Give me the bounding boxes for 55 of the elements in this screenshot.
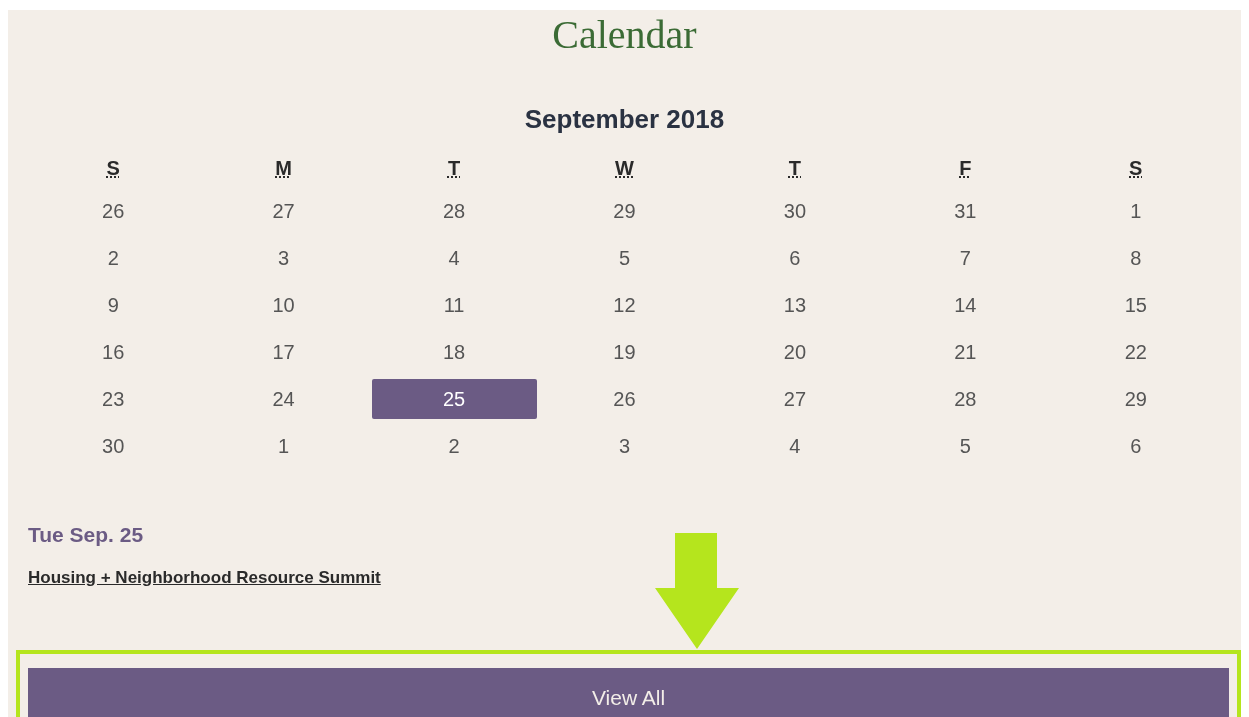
day-cell[interactable]: 5 [618, 237, 631, 278]
day-cell[interactable]: 4 [448, 237, 460, 278]
day-cell[interactable]: 5 [959, 425, 971, 466]
day-cell[interactable]: 6 [1130, 425, 1142, 466]
day-cell[interactable]: 30 [783, 190, 807, 231]
day-cell[interactable]: 1 [1130, 190, 1142, 231]
day-cell[interactable]: 14 [954, 284, 977, 325]
day-cell[interactable]: 27 [783, 378, 807, 419]
day-cell[interactable]: 21 [954, 331, 977, 372]
day-cell[interactable]: 17 [272, 331, 295, 372]
day-cell[interactable]: 3 [278, 237, 290, 278]
day-cell[interactable]: 31 [954, 190, 977, 231]
day-cell[interactable]: 15 [1124, 284, 1147, 325]
day-cell[interactable]: 24 [272, 378, 295, 419]
day-cell[interactable]: 10 [272, 284, 295, 325]
day-cell[interactable]: 22 [1124, 331, 1147, 372]
day-cell[interactable]: 2 [448, 425, 460, 466]
day-cell[interactable]: 19 [613, 331, 636, 372]
day-cell[interactable]: 2 [107, 237, 119, 278]
day-cell[interactable]: 25 [371, 378, 537, 419]
day-cell[interactable]: 28 [442, 190, 466, 231]
day-cell[interactable]: 7 [959, 237, 971, 278]
view-all-button[interactable]: View All [28, 668, 1229, 717]
day-cell[interactable]: 26 [613, 378, 636, 419]
day-cell[interactable]: 23 [102, 378, 125, 419]
weekday-header: T [788, 156, 802, 181]
event-link[interactable]: Housing + Neighborhood Resource Summit [28, 568, 381, 587]
day-cell[interactable]: 3 [618, 425, 631, 466]
day-cell[interactable]: 6 [789, 237, 801, 278]
day-cell[interactable]: 9 [107, 284, 119, 325]
weekday-header: S [106, 156, 120, 181]
weekday-header: F [959, 156, 972, 181]
arrow-icon [655, 533, 739, 649]
page-title: Calendar [551, 11, 698, 59]
day-cell[interactable]: 13 [783, 284, 807, 325]
day-cell[interactable]: 8 [1130, 237, 1142, 278]
event-date: Tue Sep. 25 [28, 522, 145, 548]
day-cell[interactable]: 29 [1124, 378, 1147, 419]
day-cell[interactable]: 18 [442, 331, 466, 372]
day-cell[interactable]: 30 [102, 425, 125, 466]
weekday-header: T [447, 156, 461, 181]
day-cell[interactable]: 4 [789, 425, 801, 466]
day-cell[interactable]: 27 [272, 190, 295, 231]
day-cell[interactable]: 28 [954, 378, 977, 419]
day-cell[interactable]: 1 [278, 425, 290, 466]
day-cell[interactable]: 12 [613, 284, 636, 325]
weekday-header: S [1129, 156, 1143, 181]
day-cell[interactable]: 29 [613, 190, 636, 231]
month-title: September 2018 [523, 103, 726, 135]
day-cell[interactable]: 26 [102, 190, 125, 231]
day-cell[interactable]: 11 [443, 284, 465, 325]
weekday-header: M [275, 156, 292, 181]
day-cell[interactable]: 16 [102, 331, 125, 372]
day-cell[interactable]: 20 [783, 331, 807, 372]
weekday-header: W [615, 156, 634, 181]
